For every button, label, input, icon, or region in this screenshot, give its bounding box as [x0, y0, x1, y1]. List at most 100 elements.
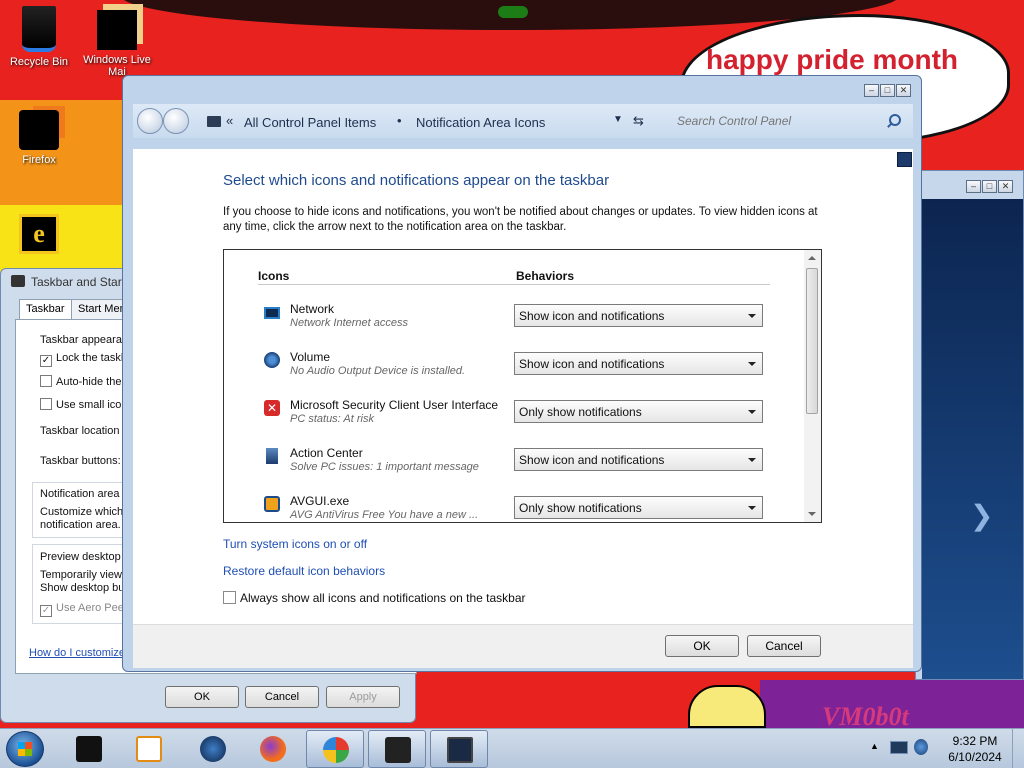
ok-button[interactable]: OK [665, 635, 739, 657]
item-status: AVG AntiVirus Free You have a new ... [290, 509, 479, 521]
behavior-dropdown[interactable]: Only show notifications [514, 496, 763, 519]
dialog-footer: OK Cancel [133, 624, 913, 668]
address-field[interactable]: « All Control Panel Items • Notification… [201, 108, 661, 134]
item-status: Network Internet access [290, 317, 408, 329]
help-icon[interactable] [897, 152, 912, 167]
window-controls: – □ ✕ [966, 180, 1013, 193]
globe-icon [200, 736, 226, 762]
aero-peek-checkbox[interactable]: ✓ Use Aero Peek [40, 602, 129, 617]
notification-icon-list[interactable]: Icons Behaviors Network Network Internet… [223, 249, 822, 523]
notification-area-icons-window[interactable]: – □ ✕ « All Control Panel Items • Notifi… [122, 75, 922, 672]
section-label: Taskbar appearan [40, 334, 129, 346]
refresh-icon[interactable]: ⇆ [633, 113, 644, 129]
apply-button[interactable]: Apply [326, 686, 400, 708]
taskbar-button-taskbar-properties[interactable] [368, 730, 426, 768]
maximize-button[interactable]: □ [982, 180, 997, 193]
wallpaper-shape [498, 6, 528, 18]
lock-taskbar-checkbox[interactable]: ✓ Lock the taskb [40, 352, 127, 367]
breadcrumb-all-control-panel-items[interactable]: All Control Panel Items [244, 115, 376, 130]
background-window[interactable]: – □ ✕ ❯ [915, 170, 1024, 680]
close-button[interactable]: ✕ [896, 84, 911, 97]
start-button[interactable] [6, 731, 44, 767]
minimize-button[interactable]: – [864, 84, 879, 97]
system-tray: ▲ [868, 739, 938, 759]
firefox-icon [19, 110, 59, 150]
network-icon[interactable] [890, 741, 908, 754]
show-hidden-icons-arrow-icon[interactable]: ▲ [870, 741, 879, 751]
window-icon [447, 737, 473, 763]
speech-bubble-text: happy pride month [706, 44, 958, 75]
system-clock[interactable]: 9:32 PM 6/10/2024 [940, 733, 1010, 765]
item-status: Solve PC issues: 1 important message [290, 461, 479, 473]
behavior-dropdown[interactable]: Show icon and notifications [514, 448, 763, 471]
scroll-down-arrow-icon[interactable] [808, 512, 816, 516]
taskbar-button-control-panel[interactable] [306, 730, 364, 768]
scrollbar-thumb[interactable] [806, 268, 818, 414]
vertical-scrollbar[interactable] [804, 250, 821, 522]
item-name: AVGUI.exe [290, 494, 350, 508]
label: Temporarily view [40, 569, 122, 581]
breadcrumb-separator-icon[interactable]: • [397, 113, 402, 128]
maximize-button[interactable]: □ [880, 84, 895, 97]
item-status: PC status: At risk [290, 413, 374, 425]
desktop-icon-internet-explorer[interactable]: e [0, 214, 78, 258]
recycle-bin-icon [22, 6, 56, 52]
firefox-icon [260, 736, 286, 762]
taskbar-button[interactable] [60, 730, 118, 768]
item-status: No Audio Output Device is installed. [290, 365, 466, 377]
taskbar-button[interactable] [184, 730, 242, 768]
ok-button[interactable]: OK [165, 686, 239, 708]
taskbar-button-window[interactable] [430, 730, 488, 768]
search-input[interactable] [677, 111, 877, 131]
checkbox-icon [40, 375, 52, 387]
chevron-down-icon [748, 362, 756, 366]
cancel-button[interactable]: Cancel [245, 686, 319, 708]
wallpaper-watermark: VM0b0t [822, 702, 909, 728]
tab-taskbar[interactable]: Taskbar [19, 299, 72, 321]
dropdown-value: Only show notifications [519, 405, 642, 419]
taskbar-properties-icon [385, 737, 411, 763]
control-panel-icon [323, 737, 349, 763]
minimize-button[interactable]: – [966, 180, 981, 193]
breadcrumb-notification-area-icons[interactable]: Notification Area Icons [416, 115, 545, 130]
internet-explorer-icon: e [19, 214, 59, 254]
desktop-icon-recycle-bin[interactable]: Recycle Bin [0, 6, 78, 68]
chevron-down-icon [748, 410, 756, 414]
taskbar-properties-icon [11, 275, 25, 287]
cancel-button[interactable]: Cancel [747, 635, 821, 657]
item-name: Microsoft Security Client User Interface [290, 398, 499, 412]
action-center-icon[interactable] [914, 739, 928, 755]
autohide-checkbox[interactable]: Auto-hide the [40, 375, 121, 388]
show-desktop-button[interactable] [1012, 729, 1024, 768]
back-button[interactable] [137, 108, 163, 134]
desktop-icon-label: Recycle Bin [9, 56, 69, 68]
checkbox-checked-icon: ✓ [40, 605, 52, 617]
breadcrumb-separator-icon[interactable]: « [226, 113, 233, 128]
small-icons-checkbox[interactable]: Use small icons [40, 398, 133, 411]
taskbar-button[interactable] [120, 730, 178, 768]
behavior-dropdown[interactable]: Only show notifications [514, 400, 763, 423]
scroll-up-arrow-icon[interactable] [808, 256, 816, 260]
taskbar-button[interactable] [244, 730, 302, 768]
label: Customize which i [40, 506, 129, 518]
turn-system-icons-link[interactable]: Turn system icons on or off [223, 537, 367, 551]
item-name: Volume [290, 350, 331, 364]
dropdown-arrow-icon[interactable]: ▼ [613, 114, 623, 125]
search-icon[interactable] [889, 114, 901, 126]
behavior-dropdown[interactable]: Show icon and notifications [514, 304, 763, 327]
forward-button[interactable] [163, 108, 189, 134]
restore-default-link[interactable]: Restore default icon behaviors [223, 564, 385, 578]
help-link[interactable]: How do I customize [29, 647, 125, 659]
action-center-icon [266, 448, 278, 464]
column-header-behaviors: Behaviors [516, 269, 575, 283]
search-box[interactable] [673, 108, 907, 134]
chevron-right-icon[interactable]: ❯ [970, 499, 993, 532]
always-show-checkbox[interactable]: Always show all icons and notifications … [223, 591, 526, 605]
window-title: Taskbar and Start [31, 275, 126, 289]
close-button[interactable]: ✕ [998, 180, 1013, 193]
desktop-icon-firefox[interactable]: Firefox [0, 110, 78, 166]
desktop-icon-windows-live-mail[interactable]: Windows Live Mai [78, 10, 156, 78]
control-panel-icon [207, 116, 221, 127]
window-content: ❯ [922, 199, 1023, 679]
behavior-dropdown[interactable]: Show icon and notifications [514, 352, 763, 375]
